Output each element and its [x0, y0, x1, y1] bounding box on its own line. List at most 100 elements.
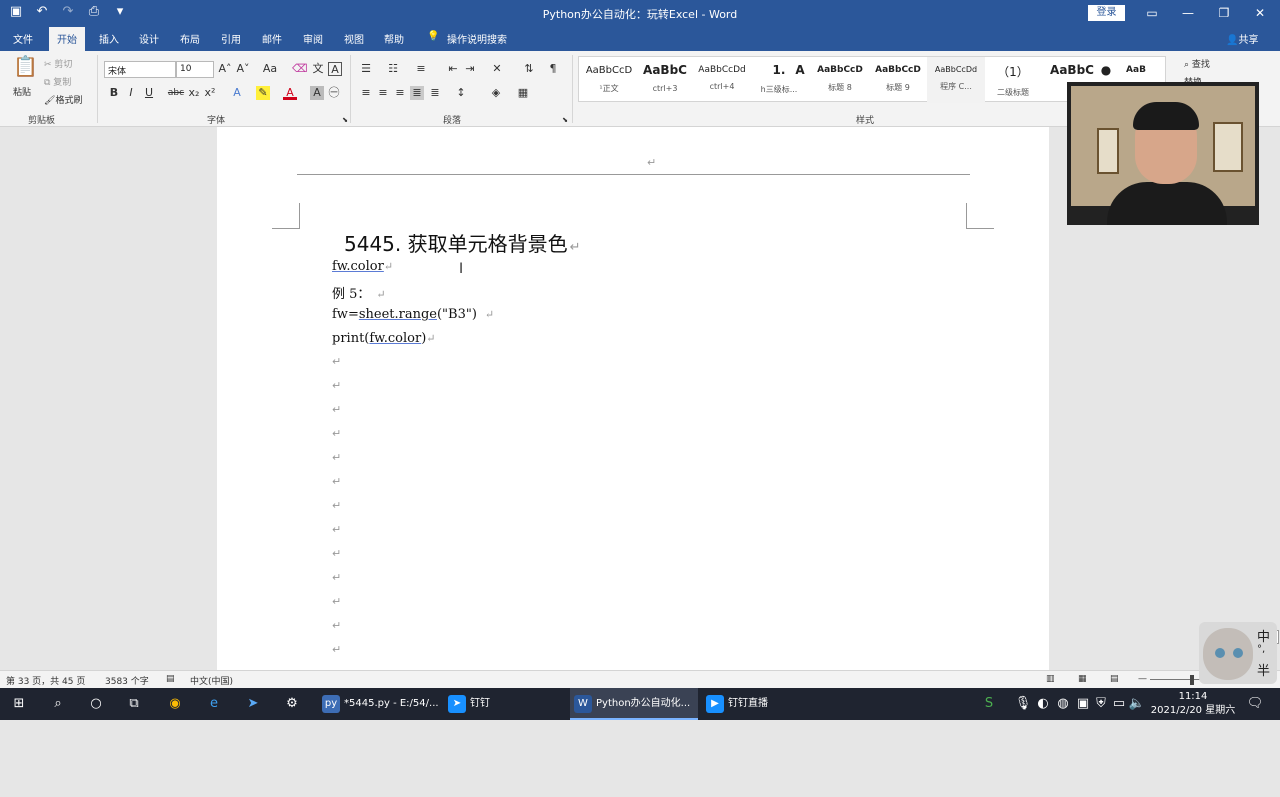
cut-button[interactable]: ✂ 剪切 — [44, 57, 72, 70]
char-border-icon[interactable]: A — [328, 62, 342, 76]
bullets-icon[interactable]: ☰ — [359, 62, 373, 76]
language-indicator[interactable]: 中文(中国) — [190, 674, 233, 687]
tray-app-icon[interactable]: ▣ — [1074, 695, 1092, 713]
windows-start-icon[interactable]: ⊞ — [10, 695, 28, 713]
tell-me-search[interactable]: 操作说明搜索 — [447, 31, 507, 46]
borders-icon[interactable]: ▦ — [516, 86, 530, 100]
phonetic-guide-icon[interactable]: 文 — [311, 62, 325, 76]
style-item[interactable]: AaBbCcD 标题 8 — [811, 57, 869, 103]
login-button[interactable]: 登录 — [1088, 5, 1125, 21]
style-item[interactable]: AaBbCcDd ctrl+4 — [693, 57, 751, 103]
find-button[interactable]: ⌕ 查找 — [1184, 57, 1210, 70]
taskbar-app-dingtalk[interactable]: ➤ 钉钉 — [444, 688, 566, 720]
edge-icon[interactable]: e — [205, 695, 223, 713]
tray-app-icon[interactable]: ◐ — [1034, 695, 1052, 713]
word-count[interactable]: 3583 个字 — [105, 674, 149, 687]
python-idle-icon[interactable]: ⚙ — [283, 695, 301, 713]
tab-insert[interactable]: 插入 — [99, 31, 119, 46]
code-line[interactable]: fw=sheet.range("B3") ↵ — [332, 307, 494, 322]
numbering-icon[interactable]: ☷ — [386, 62, 400, 76]
align-right-icon[interactable]: ≡ — [393, 86, 407, 100]
paste-icon[interactable]: 📋 — [13, 56, 38, 83]
paragraph-dialog-launcher-icon[interactable]: ⬊ — [558, 113, 572, 127]
tab-design[interactable]: 设计 — [139, 31, 159, 46]
ime-widget[interactable]: 中 °, 半 — [1199, 622, 1277, 684]
bold-button[interactable]: B — [107, 86, 121, 100]
cortana-icon[interactable]: ○ — [87, 695, 105, 713]
multilevel-list-icon[interactable]: ≡ — [414, 62, 428, 76]
zoom-out-icon[interactable]: — — [1138, 674, 1147, 684]
highlight-icon[interactable]: ✎ — [256, 86, 270, 100]
shield-icon[interactable]: ⛨ — [1092, 695, 1110, 713]
sort-icon[interactable]: ⇅ — [522, 62, 536, 76]
read-mode-icon[interactable]: ▥ — [1046, 674, 1055, 684]
tab-home[interactable]: 开始 — [49, 27, 85, 51]
style-item[interactable]: AaBbC ctrl+3 — [637, 57, 693, 103]
justify-icon[interactable]: ≣ — [410, 86, 424, 100]
code-line[interactable]: print(fw.color)↵ — [332, 331, 436, 346]
style-item[interactable]: AaBbCcD 标题 9 — [869, 57, 927, 103]
paragraph-shading-icon[interactable]: ◈ — [489, 86, 503, 100]
tray-app-icon[interactable]: S — [980, 695, 998, 713]
web-layout-icon[interactable]: ▤ — [1110, 674, 1119, 684]
show-marks-icon[interactable]: ¶ — [546, 62, 560, 76]
notifications-icon[interactable]: 🗨 — [1246, 695, 1264, 713]
page-count[interactable]: 第 33 页，共 45 页 — [6, 674, 85, 687]
superscript-button[interactable]: x² — [203, 86, 217, 100]
subscript-button[interactable]: x₂ — [187, 86, 201, 100]
close-icon[interactable]: ✕ — [1250, 4, 1270, 22]
tab-view[interactable]: 视图 — [344, 31, 364, 46]
tray-app-icon[interactable]: ◍ — [1054, 695, 1072, 713]
font-color-icon[interactable]: A — [283, 86, 297, 100]
heading[interactable]: 5445. 获取单元格背景色 ↵ — [344, 228, 581, 257]
tab-file[interactable]: 文件 — [13, 31, 33, 46]
document-page[interactable]: ↵ 5445. 获取单元格背景色 ↵ fw.color↵ I 例 5： ↵ fw=s… — [217, 127, 1049, 670]
enclose-chars-icon[interactable]: ㊀ — [327, 86, 341, 100]
tab-help[interactable]: 帮助 — [384, 31, 404, 46]
tab-review[interactable]: 审阅 — [303, 31, 323, 46]
taskbar-app-dingtalk-live[interactable]: ▶ 钉钉直播 — [702, 688, 824, 720]
minimize-icon[interactable]: — — [1178, 4, 1198, 22]
style-item[interactable]: AaBbCcDd 程序 C... — [927, 57, 985, 103]
task-view-icon[interactable]: ⧉ — [125, 695, 143, 713]
line-spacing-icon[interactable]: ↕ — [454, 86, 468, 100]
chrome-icon[interactable]: ◉ — [166, 695, 184, 713]
code-line[interactable]: 例 5： ↵ — [332, 283, 386, 302]
format-painter-button[interactable]: 🖌格式刷 — [44, 93, 82, 106]
proofing-icon[interactable]: ▤ — [166, 674, 175, 684]
style-item[interactable]: A — [789, 57, 811, 103]
zoom-thumb[interactable] — [1190, 675, 1194, 685]
change-case-icon[interactable]: Aa — [260, 62, 280, 76]
taskbar-app-word[interactable]: W Python办公自动化... — [570, 688, 698, 720]
microphone-icon[interactable]: 🎙 — [1014, 695, 1032, 713]
italic-button[interactable]: I — [124, 86, 138, 100]
font-size-select[interactable]: 10 — [176, 61, 214, 78]
char-shading-icon[interactable]: A — [310, 86, 324, 100]
code-line[interactable]: fw.color↵ — [332, 259, 393, 274]
ime-mode[interactable]: 中 — [1257, 626, 1270, 645]
style-item[interactable]: AaBbCcD ¹正文 — [581, 57, 637, 103]
grow-font-icon[interactable]: A˄ — [218, 62, 232, 76]
paste-label[interactable]: 粘贴 — [13, 85, 31, 98]
taskbar-app-python-editor[interactable]: py *5445.py - E:/54/... — [318, 688, 440, 720]
underline-button[interactable]: U — [142, 86, 156, 100]
align-left-icon[interactable]: ≡ — [359, 86, 373, 100]
ime-width[interactable]: 半 — [1257, 660, 1270, 679]
clear-format-icon[interactable]: ⌫ — [292, 62, 308, 76]
shrink-font-icon[interactable]: A˅ — [236, 62, 250, 76]
tab-mailings[interactable]: 邮件 — [262, 31, 282, 46]
strikethrough-button[interactable]: abc — [167, 86, 185, 100]
copy-button[interactable]: ⧉ 复制 — [44, 75, 71, 88]
style-item[interactable]: （1） 二级标题 — [985, 57, 1041, 103]
maximize-icon[interactable]: ❐ — [1214, 4, 1234, 22]
system-clock[interactable]: 11:14 2021/2/20 星期六 — [1150, 690, 1236, 718]
tab-layout[interactable]: 布局 — [180, 31, 200, 46]
print-layout-icon[interactable]: ▦ — [1078, 674, 1087, 684]
distributed-icon[interactable]: ≣ — [428, 86, 442, 100]
ime-punct[interactable]: °, — [1257, 644, 1265, 655]
chinese-layout-icon[interactable]: ✕ — [490, 62, 504, 76]
align-center-icon[interactable]: ≡ — [376, 86, 390, 100]
tab-references[interactable]: 引用 — [221, 31, 241, 46]
font-name-select[interactable]: 宋体 — [104, 61, 176, 78]
network-icon[interactable]: ▭ — [1110, 695, 1128, 713]
